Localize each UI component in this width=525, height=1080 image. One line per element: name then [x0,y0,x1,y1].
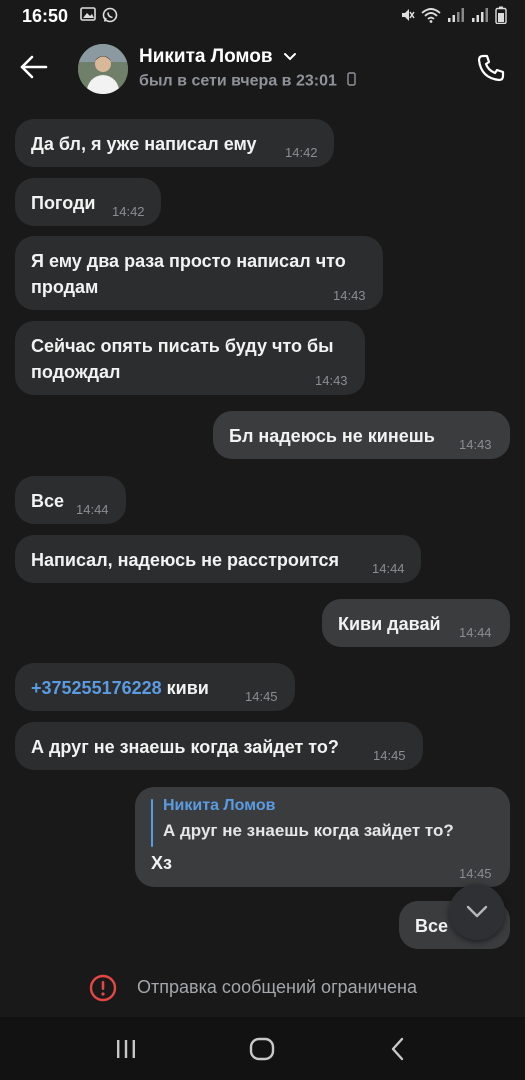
message-bubble-outgoing[interactable]: Киви давай 14:44 [322,599,510,647]
message-bubble[interactable]: А друг не знаешь когда зайдет то? 14:45 [15,722,423,770]
message-time: 14:45 [245,689,278,704]
message-line: подождал [31,362,121,382]
reply-quote-text: А друг не знаешь когда зайдет то? [163,821,454,840]
contact-name-text: Никита Ломов [139,46,273,68]
back-arrow-icon[interactable] [18,52,52,82]
last-seen-text: был в сети вчера в 23:01 [139,72,337,90]
avatar[interactable] [78,44,128,94]
message-text: Погоди [31,193,96,213]
chevron-down-icon[interactable] [283,46,297,68]
message-time: 14:45 [373,748,406,763]
whatsapp-icon [102,7,118,28]
message-text: А друг не знаешь когда зайдет то? [31,737,339,757]
contact-status: был в сети вчера в 23:01 [139,72,357,91]
back-icon[interactable] [385,1035,413,1063]
mute-icon [399,7,415,28]
chevron-down-icon [465,904,489,925]
signal-icon [447,7,465,28]
phone-number-link[interactable]: +375255176228 [31,678,162,698]
message-line: Я ему два раза просто написал что [31,251,346,271]
message-time: 14:44 [459,625,492,640]
message-line: продам [31,277,99,297]
messaging-restricted-bar: Отправка сообщений ограничена [0,959,525,1017]
signal-icon [471,7,489,28]
gallery-icon [80,7,96,28]
message-text: +375255176228 киви [31,675,209,701]
message-text: Хз [151,853,172,873]
message-time: 14:42 [112,204,145,219]
message-text: Бл надеюсь не кинешь [229,426,435,446]
message-bubble[interactable]: Сейчас опять писать буду что бы подождал… [15,321,365,395]
reply-author[interactable]: Никита Ломов [163,797,275,815]
system-nav-bar [0,1017,525,1080]
message-text: Я ему два раза просто написал что продам [31,248,346,300]
message-time: 14:44 [76,502,109,517]
battery-icon [495,6,507,29]
recent-apps-icon[interactable] [112,1035,140,1063]
status-bar: 16:50 [0,0,525,32]
message-time: 14:43 [333,288,366,303]
message-time: 14:43 [315,373,348,388]
message-bubble[interactable]: +375255176228 киви 14:45 [15,663,295,711]
phone-call-icon[interactable] [475,52,507,84]
message-bubble[interactable]: Я ему два раза просто написал что продам… [15,236,383,310]
message-bubble[interactable]: Все 14:44 [15,476,126,524]
message-text: Все [415,916,449,936]
message-text: Да бл, я уже написал ему [31,134,257,154]
message-bubble[interactable]: Погоди 14:42 [15,178,161,226]
message-text: Киви давай [338,614,441,634]
chat-header: Никита Ломов был в сети вчера в 23:01 [0,32,525,104]
contact-name[interactable]: Никита Ломов [139,46,297,68]
message-line: Сейчас опять писать буду что бы [31,336,334,356]
message-text: Сейчас опять писать буду что бы подождал [31,333,333,385]
message-bubble-outgoing[interactable]: Бл надеюсь не кинешь 14:43 [213,411,510,459]
message-bubble-outgoing-reply[interactable]: Никита Ломов А друг не знаешь когда зайд… [135,787,510,887]
message-time: 14:44 [372,561,405,576]
home-icon[interactable] [248,1035,276,1063]
message-list[interactable]: Да бл, я уже написал ему 14:42 Погоди 14… [0,104,525,959]
message-time: 14:43 [459,437,492,452]
message-bubble[interactable]: Написал, надеюсь не расстроится 14:44 [15,535,421,583]
message-bubble[interactable]: Да бл, я уже написал ему 14:42 [15,119,334,167]
phone-device-icon [347,72,357,91]
scroll-to-bottom-button[interactable] [449,884,505,940]
alert-circle-icon [89,974,117,1002]
wifi-icon [421,7,441,28]
restriction-text: Отправка сообщений ограничена [137,977,417,997]
message-time: 14:45 [459,866,492,881]
message-text-suffix: киви [166,678,209,698]
reply-quote-bar [151,799,153,847]
message-text: Все [31,491,65,511]
message-text: Написал, надеюсь не расстроится [31,550,340,570]
status-time: 16:50 [22,6,69,26]
message-time: 14:42 [285,145,318,160]
